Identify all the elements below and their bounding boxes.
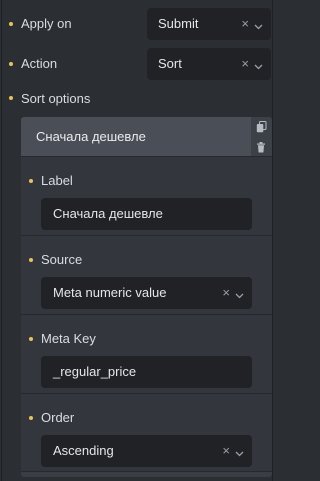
sort-options-label: Sort options	[21, 91, 91, 106]
sort-options-repeater: Сначала дешевле Label Сначала дешевле So…	[21, 117, 272, 477]
required-dot	[29, 337, 33, 341]
order-value: Ascending	[53, 443, 114, 458]
chevron-down-icon[interactable]	[235, 287, 244, 302]
clear-icon[interactable]: ×	[241, 16, 249, 32]
next-repeater-item-edge	[21, 471, 272, 477]
source-field: Source Meta numeric value ×	[21, 235, 272, 314]
required-dot	[9, 22, 13, 26]
action-label: Action	[21, 56, 58, 71]
trash-icon[interactable]	[256, 141, 266, 156]
label-input[interactable]: Сначала дешевле	[41, 198, 252, 230]
required-dot	[9, 96, 13, 100]
apply-on-select[interactable]: Submit ×	[147, 8, 271, 40]
apply-on-label: Apply on	[21, 16, 72, 31]
chevron-down-icon[interactable]	[235, 445, 244, 460]
order-field: Order Ascending ×	[21, 393, 272, 472]
repeater-item-actions	[251, 117, 272, 156]
clear-icon[interactable]: ×	[241, 56, 249, 72]
order-field-label: Order	[41, 410, 75, 425]
meta-key-input[interactable]: _regular_price	[41, 356, 252, 388]
meta-key-field-label: Meta Key	[41, 331, 96, 346]
clear-icon[interactable]: ×	[222, 285, 230, 301]
apply-on-row: Apply on Submit ×	[0, 4, 286, 44]
chevron-down-icon[interactable]	[254, 58, 263, 73]
meta-key-value: _regular_price	[53, 364, 137, 379]
required-dot	[29, 179, 33, 183]
repeater-item-title: Сначала дешевле	[36, 129, 146, 144]
required-dot	[29, 258, 33, 262]
source-field-label: Source	[41, 252, 83, 267]
source-value: Meta numeric value	[53, 285, 167, 300]
copy-icon[interactable]	[256, 121, 267, 136]
chevron-down-icon[interactable]	[254, 18, 263, 33]
meta-key-field: Meta Key _regular_price	[21, 314, 272, 393]
action-select[interactable]: Sort ×	[147, 48, 271, 80]
label-field: Label Сначала дешевле	[21, 156, 272, 235]
action-value: Sort	[158, 56, 182, 71]
source-select[interactable]: Meta numeric value ×	[41, 277, 252, 309]
required-dot	[29, 416, 33, 420]
action-row: Action Sort ×	[0, 44, 286, 84]
clear-icon[interactable]: ×	[222, 443, 230, 459]
label-field-label: Label	[41, 173, 73, 188]
apply-on-value: Submit	[158, 16, 199, 31]
repeater-item-header[interactable]: Сначала дешевле	[21, 117, 251, 156]
order-select[interactable]: Ascending ×	[41, 435, 252, 467]
sort-options-row: Sort options	[0, 84, 286, 114]
required-dot	[9, 62, 13, 66]
label-input-value: Сначала дешевле	[53, 206, 163, 221]
